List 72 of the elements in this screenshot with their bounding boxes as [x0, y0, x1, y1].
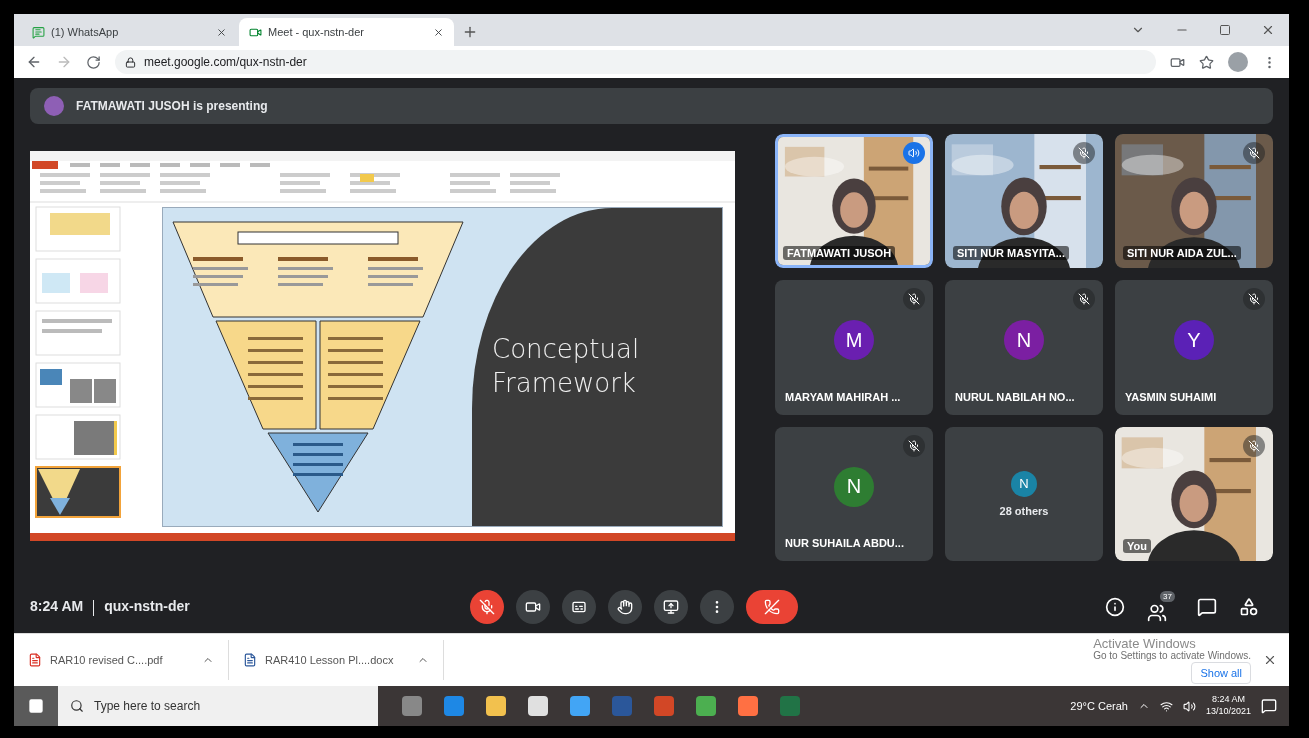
- search-icon: [70, 699, 84, 713]
- maximize-icon[interactable]: [1219, 24, 1231, 36]
- present-button[interactable]: [654, 590, 688, 624]
- others-count: 28 others: [999, 504, 1049, 517]
- chat-button[interactable]: [1197, 597, 1217, 617]
- close-icon[interactable]: [1263, 653, 1277, 667]
- captions-button[interactable]: [562, 590, 596, 624]
- lock-icon: [125, 56, 136, 68]
- meeting-time: 8:24 AM: [30, 598, 84, 615]
- participant-name: NUR SUHAILA ABDU...: [785, 537, 904, 549]
- close-icon[interactable]: [1261, 23, 1275, 37]
- camera-icon: [525, 599, 541, 615]
- participant-name: MARYAM MAHIRAH ...: [785, 390, 901, 403]
- participant-name: FATMAWATI JUSOH: [783, 246, 896, 261]
- url-text: meet.google.com/qux-nstn-der: [144, 55, 307, 69]
- captions-icon: [571, 599, 587, 615]
- participant-name: SITI NUR AIDA ZUL...: [1123, 246, 1241, 261]
- app-icon[interactable]: [570, 696, 590, 716]
- presenting-text: FATMAWATI JUSOH is presenting: [76, 99, 268, 113]
- back-icon[interactable]: [26, 54, 42, 70]
- participant-name: You: [1123, 539, 1151, 553]
- leave-call-button[interactable]: [746, 590, 798, 624]
- file-icon: [243, 653, 257, 667]
- browser-tab[interactable]: (1) WhatsApp: [22, 18, 237, 46]
- avatar: N: [1011, 470, 1037, 497]
- app-icon[interactable]: [486, 696, 506, 716]
- participant-name: SITI NUR MASYITA...: [953, 246, 1069, 261]
- presenter-avatar: [44, 96, 64, 116]
- avatar: N: [834, 466, 874, 507]
- profile-avatar[interactable]: [1228, 52, 1248, 72]
- people-button[interactable]: 37: [1147, 591, 1175, 623]
- present-screen-icon: [663, 599, 679, 615]
- activation-title: Activate Windows: [1093, 636, 1196, 650]
- network-icon[interactable]: [1159, 699, 1173, 713]
- taskbar-clock[interactable]: 8:24 AM 13/10/2021: [1205, 694, 1251, 718]
- participant-name: NURUL NABILAH NO...: [955, 390, 1075, 403]
- weather-text: 29°C Cerah: [1070, 700, 1128, 712]
- participant-name: YASMIN SUHAIMI: [1125, 390, 1217, 403]
- app-icon[interactable]: [528, 696, 548, 716]
- address-bar[interactable]: meet.google.com/qux-nstn-der: [115, 50, 1156, 74]
- show-all-button[interactable]: Show all: [1191, 661, 1251, 684]
- close-icon[interactable]: [433, 26, 444, 38]
- avatar: Y: [1174, 320, 1214, 361]
- close-icon[interactable]: [216, 26, 227, 38]
- app-icon[interactable]: [738, 696, 758, 716]
- start-button[interactable]: [14, 686, 58, 726]
- raise-hand-button[interactable]: [608, 590, 642, 624]
- avatar: N: [1004, 320, 1044, 361]
- meeting-code: qux-nstn-der: [104, 598, 190, 615]
- taskbar-search-field[interactable]: Type here to search: [58, 686, 378, 726]
- activities-button[interactable]: [1239, 597, 1259, 617]
- bookmark-star-icon[interactable]: [1199, 54, 1214, 70]
- mic-off-icon: [479, 599, 495, 615]
- activation-subtitle: Go to Settings to activate Windows.: [1093, 649, 1251, 661]
- notifications-icon[interactable]: [1261, 698, 1277, 714]
- hang-up-icon: [764, 599, 780, 615]
- slide-title: Conceptual Framework: [492, 332, 641, 400]
- download-item[interactable]: RAR410 Lesson Pl....docx: [229, 640, 444, 680]
- volume-icon[interactable]: [1182, 699, 1196, 713]
- microphone-button[interactable]: [470, 590, 504, 624]
- file-icon: [28, 653, 42, 667]
- reload-icon[interactable]: [86, 54, 101, 70]
- hand-icon: [617, 599, 633, 615]
- app-icon[interactable]: [696, 696, 716, 716]
- browser-tab[interactable]: Meet - qux-nstn-der: [239, 18, 454, 46]
- chat-icon: [32, 25, 45, 39]
- download-item[interactable]: RAR10 revised C....pdf: [14, 640, 229, 680]
- new-tab-icon[interactable]: [462, 24, 478, 40]
- others-tile[interactable]: N 28 others: [945, 426, 1103, 561]
- avatar: M: [834, 320, 874, 361]
- camera-button[interactable]: [516, 590, 550, 624]
- info-button[interactable]: [1105, 597, 1125, 617]
